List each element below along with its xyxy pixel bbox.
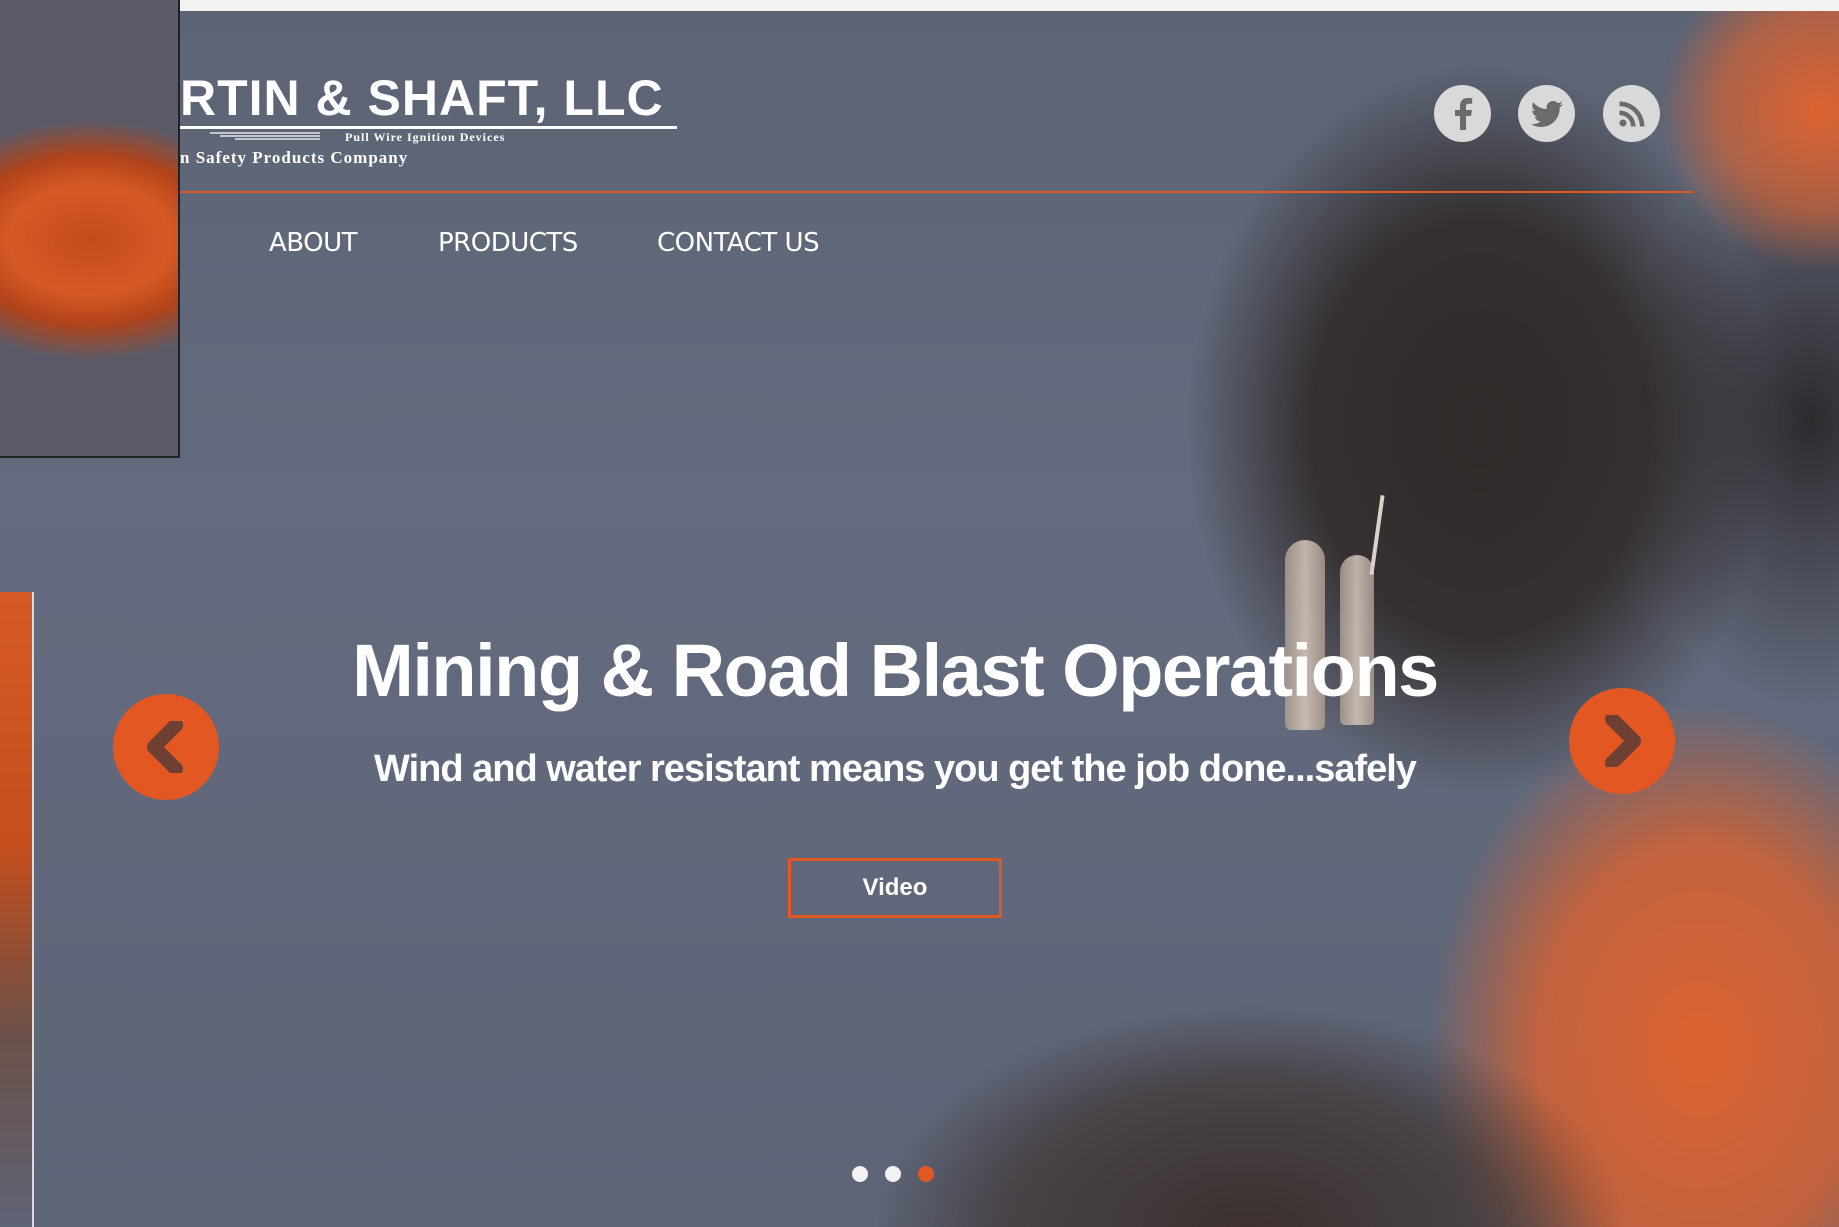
hero-title: Mining & Road Blast Operations (352, 629, 1439, 712)
logo-subtitle: Pull Wire Ignition Devices (345, 130, 506, 144)
logo-swoosh-icon (210, 132, 320, 140)
nav-item-about[interactable]: ABOUT (269, 228, 358, 258)
video-button[interactable]: Video (788, 858, 1002, 918)
hero-subtitle: Wind and water resistant means you get t… (374, 748, 1417, 790)
overlapping-window-bottom (0, 592, 34, 1227)
page: RTIN & SHAFT, LLC Pull Wire Ignition Dev… (0, 0, 1839, 1227)
slider-dot-3-active[interactable] (918, 1166, 934, 1182)
chevron-right-icon (1605, 715, 1641, 767)
rss-link[interactable] (1603, 85, 1660, 142)
nav-item-contact-us[interactable]: CONTACT US (657, 228, 820, 258)
twitter-icon (1530, 100, 1563, 127)
logo-tagline: n Safety Products Company (180, 148, 409, 167)
hero-background-image (0, 0, 1839, 1227)
rss-icon (1619, 101, 1644, 126)
logo-title: RTIN & SHAFT, LLC (180, 70, 664, 126)
twitter-link[interactable] (1518, 85, 1575, 142)
slider-dot-2[interactable] (885, 1166, 901, 1182)
overlapping-window-top (0, 0, 180, 458)
site-logo[interactable]: RTIN & SHAFT, LLC Pull Wire Ignition Dev… (180, 70, 680, 180)
header-divider (180, 191, 1693, 193)
nav-item-products[interactable]: PRODUCTS (438, 228, 578, 258)
browser-top-edge (180, 0, 1839, 11)
facebook-icon (1454, 97, 1472, 130)
facebook-link[interactable] (1434, 85, 1491, 142)
chevron-left-icon (147, 721, 183, 773)
logo-underline (180, 126, 677, 129)
slider-dot-1[interactable] (852, 1166, 868, 1182)
slider-prev-button[interactable] (113, 694, 219, 800)
pull-wire-image (1369, 495, 1385, 575)
slider-next-button[interactable] (1569, 688, 1675, 794)
